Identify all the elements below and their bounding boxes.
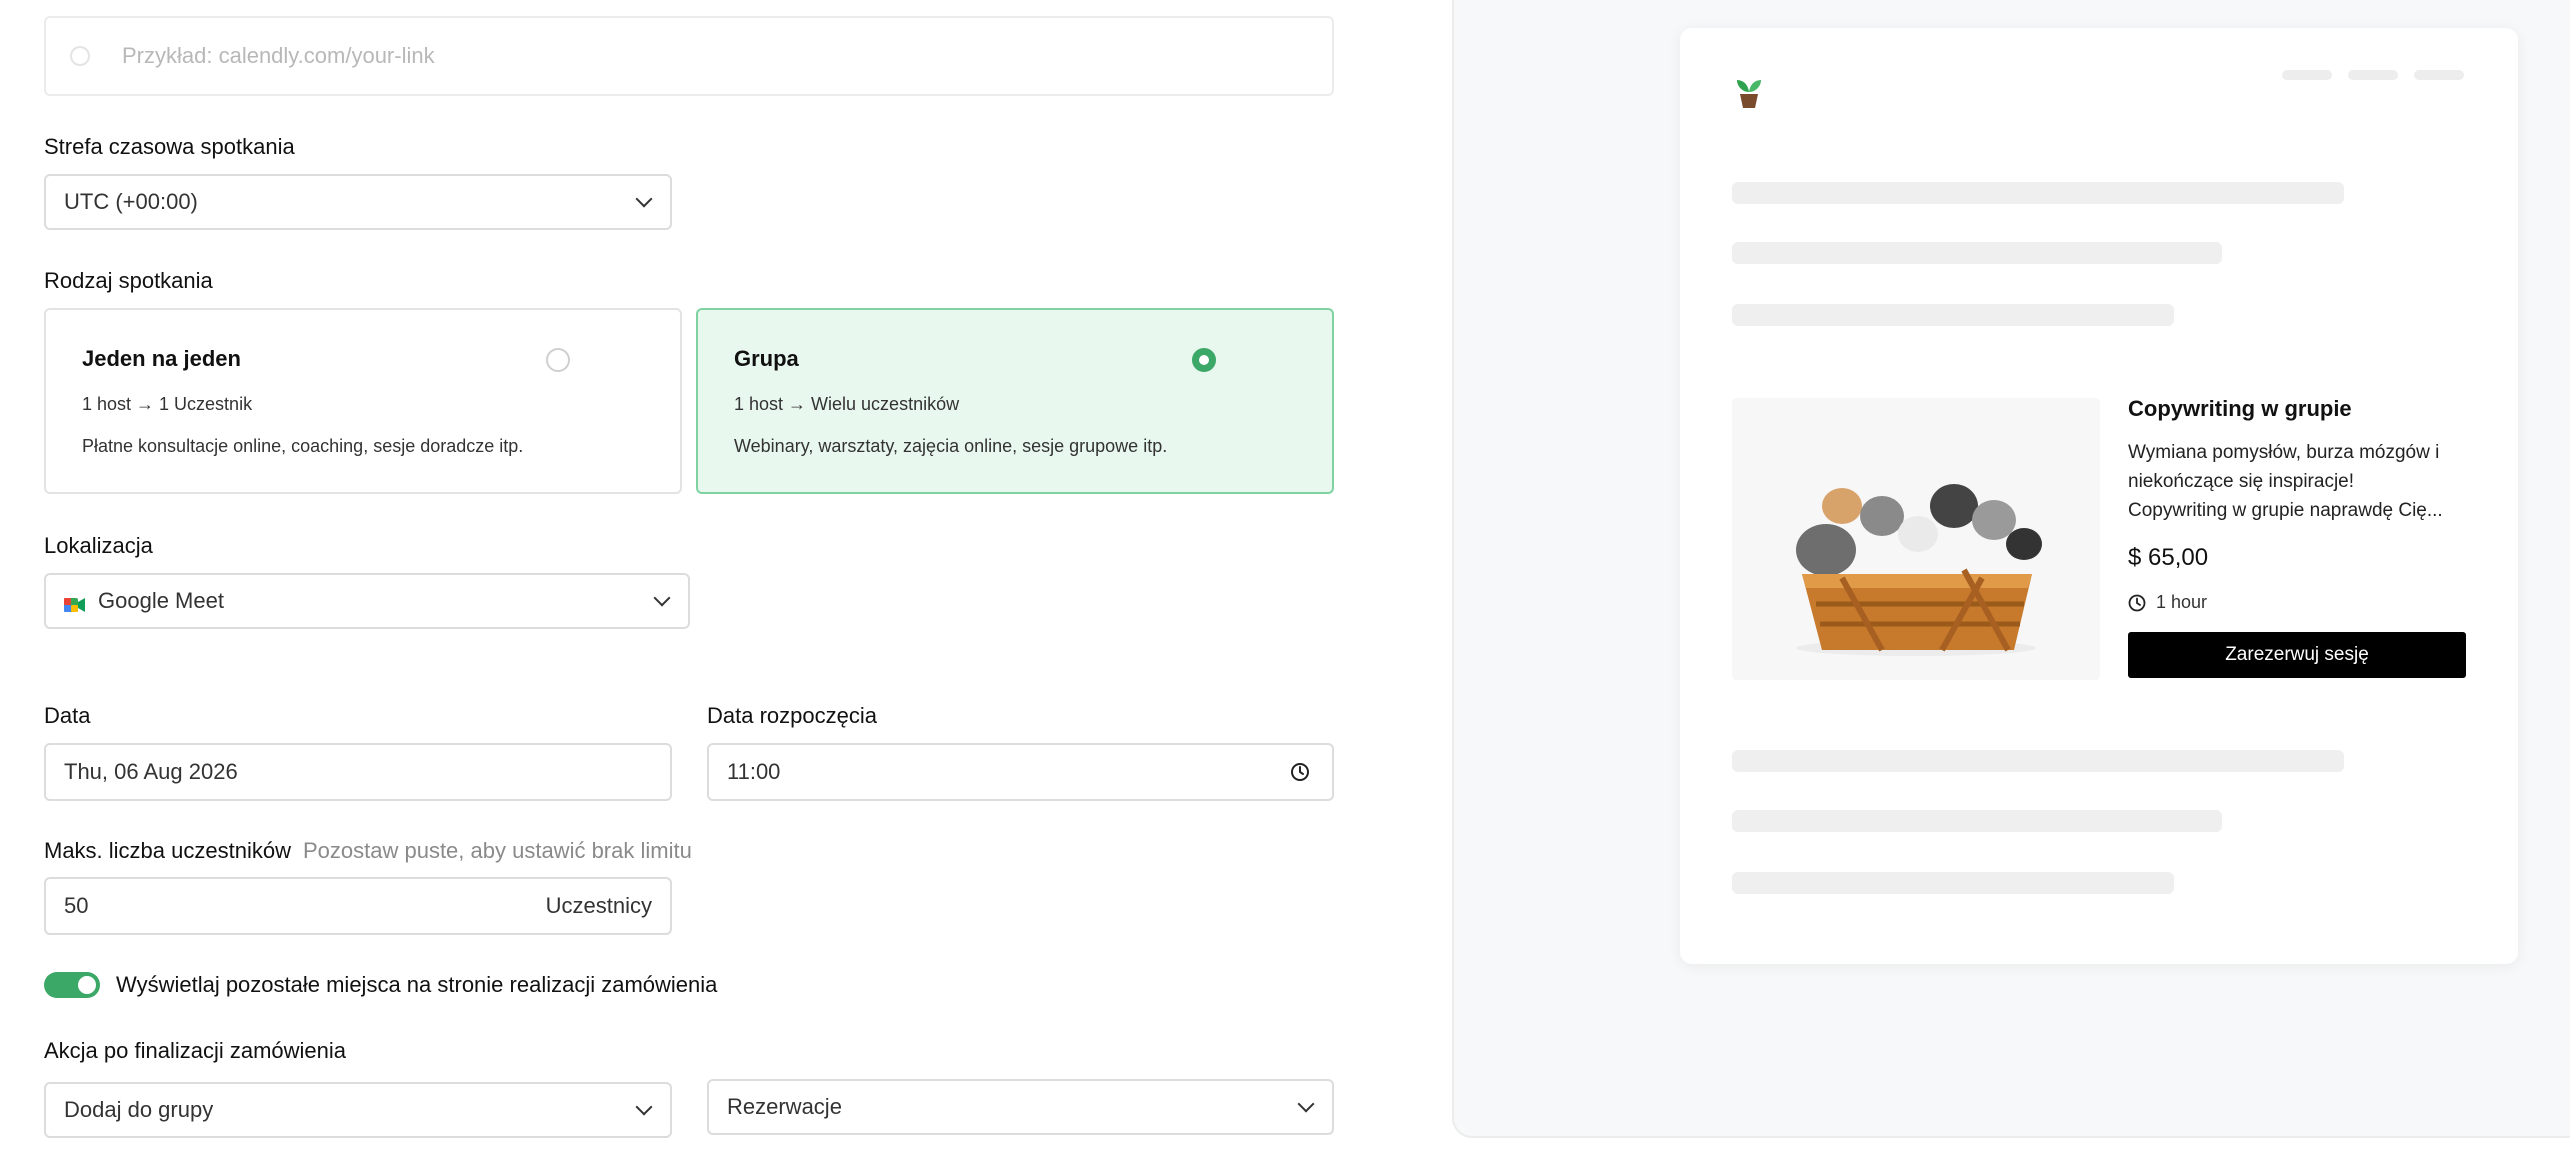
chevron-down-icon	[653, 589, 671, 607]
skeleton-line	[1732, 304, 2174, 326]
max-participants-value: 50	[64, 893, 89, 918]
location-select[interactable]: Google Meet	[44, 573, 690, 629]
option-description: Webinary, warsztaty, zajęcia online, ses…	[734, 436, 1168, 456]
booking-link-input[interactable]: Przykład: calendly.com/your-link	[44, 16, 1334, 96]
product-title: Copywriting w grupie	[2128, 396, 2352, 421]
product-duration-value: 1 hour	[2156, 592, 2208, 612]
skeleton-line	[1732, 182, 2344, 204]
nav-placeholder	[2282, 70, 2332, 80]
google-meet-icon	[64, 593, 86, 612]
date-input[interactable]: Thu, 06 Aug 2026	[44, 743, 672, 801]
nav-placeholder	[2414, 70, 2464, 80]
show-remaining-toggle[interactable]	[44, 972, 100, 998]
book-session-button[interactable]: Zarezerwuj sesję	[2128, 632, 2466, 678]
timezone-value: UTC (+00:00)	[64, 189, 198, 214]
post-checkout-label: Akcja po finalizacji zamówienia	[44, 1038, 347, 1063]
option-title: Grupa	[734, 346, 799, 371]
timezone-label: Strefa czasowa spotkania	[44, 134, 295, 159]
location-label: Lokalizacja	[44, 533, 153, 558]
date-label: Data	[44, 703, 91, 728]
max-participants-suffix: Uczestnicy	[545, 893, 652, 918]
product-duration: 1 hour	[2128, 592, 2207, 613]
option-radio-selected[interactable]	[1192, 348, 1216, 372]
skeleton-line	[1732, 750, 2344, 772]
product-price: $ 65,00	[2128, 544, 2209, 571]
max-participants-label: Maks. liczba uczestników	[44, 838, 291, 863]
chevron-down-icon	[635, 190, 653, 208]
location-value: Google Meet	[98, 588, 224, 613]
option-subtitle: 1 host → Wielu uczestników	[734, 394, 960, 414]
timezone-select[interactable]: UTC (+00:00)	[44, 174, 672, 230]
post-checkout-target-select[interactable]: Rezerwacje	[707, 1079, 1334, 1135]
chevron-down-icon	[635, 1098, 653, 1116]
chevron-down-icon	[1297, 1095, 1315, 1113]
option-description: Płatne konsultacje online, coaching, ses…	[82, 436, 524, 456]
option-subtitle: 1 host → 1 Uczestnik	[82, 394, 253, 414]
clock-icon[interactable]	[1290, 762, 1310, 782]
skeleton-line	[1732, 872, 2174, 894]
post-checkout-action-value: Dodaj do grupy	[64, 1097, 214, 1122]
product-description-line: niekończące się inspiracje!	[2128, 471, 2355, 492]
skeleton-line	[1732, 810, 2222, 832]
booking-link-placeholder: Przykład: calendly.com/your-link	[122, 43, 435, 68]
max-participants-hint: Pozostaw puste, aby ustawić brak limitu	[302, 838, 692, 863]
option-title: Jeden na jeden	[82, 346, 241, 371]
skeleton-line	[1732, 242, 2222, 264]
meeting-type-group[interactable]: Grupa 1 host → Wielu uczestników Webinar…	[696, 308, 1334, 494]
product-description-line: Wymiana pomysłów, burza mózgów i	[2128, 442, 2440, 463]
meeting-type-one-on-one[interactable]: Jeden na jeden 1 host → 1 Uczestnik Płat…	[44, 308, 682, 494]
link-radio[interactable]	[70, 46, 90, 66]
max-participants-heading: Maks. liczba uczestników Pozostaw puste, …	[44, 838, 692, 864]
start-time-value: 11:00	[727, 759, 781, 784]
clock-icon	[2128, 594, 2146, 612]
start-time-input[interactable]: 11:00	[707, 743, 1334, 801]
product-image	[1732, 398, 2100, 680]
date-value: Thu, 06 Aug 2026	[64, 759, 238, 784]
show-remaining-label: Wyświetlaj pozostałe miejsca na stronie …	[116, 972, 718, 997]
meeting-type-label: Rodzaj spotkania	[44, 268, 213, 293]
plant-logo-icon	[1734, 72, 1764, 110]
product-description-line: Copywriting w grupie naprawdę Cię...	[2128, 500, 2443, 521]
nav-placeholder	[2348, 70, 2398, 80]
product-description: Wymiana pomysłów, burza mózgów i niekońc…	[2128, 438, 2443, 525]
post-checkout-target-value: Rezerwacje	[727, 1094, 842, 1119]
start-time-label: Data rozpoczęcia	[707, 703, 877, 728]
option-radio[interactable]	[546, 348, 570, 372]
post-checkout-action-select[interactable]: Dodaj do grupy	[44, 1082, 672, 1138]
max-participants-input[interactable]: 50 Uczestnicy	[44, 877, 672, 935]
